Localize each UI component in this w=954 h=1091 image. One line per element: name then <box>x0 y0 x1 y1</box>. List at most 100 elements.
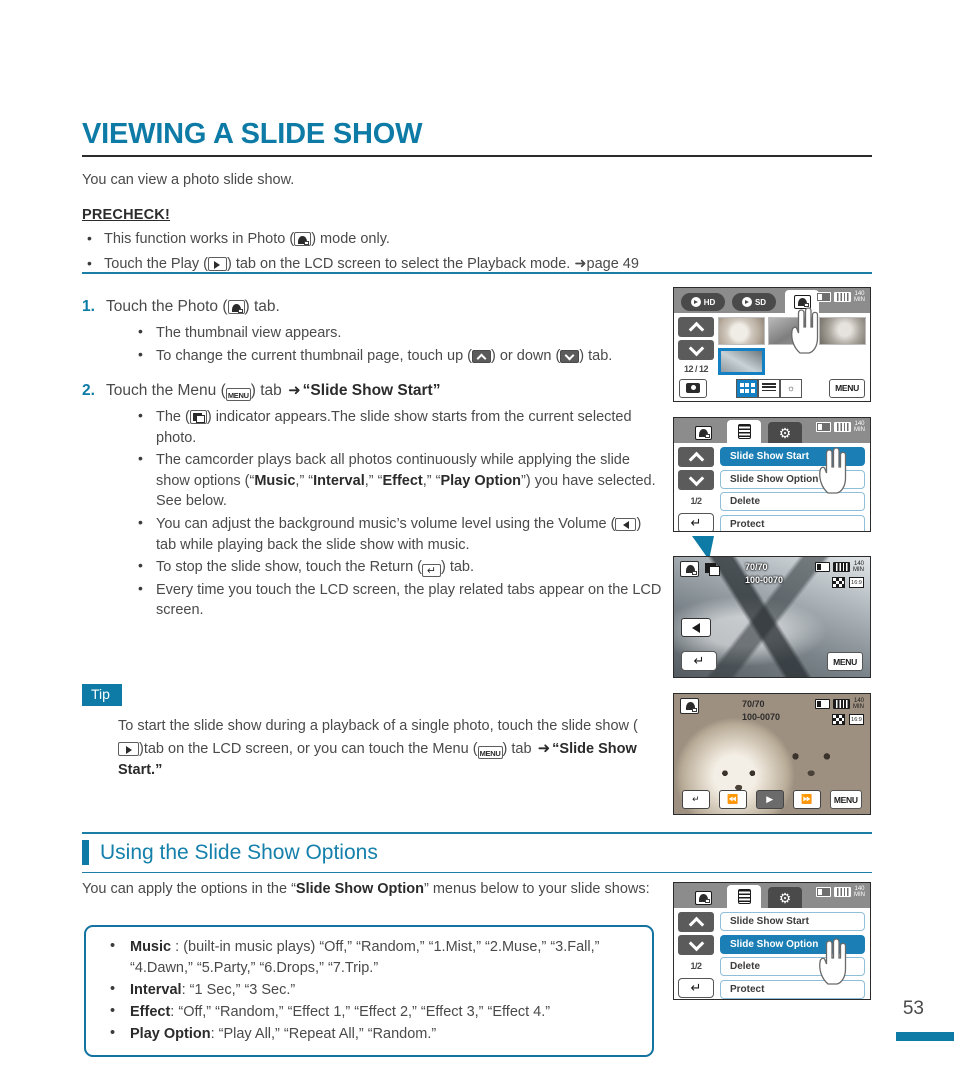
precheck-block: PRECHECK! This function works in Photo (… <box>82 207 682 276</box>
photo-counter: 70/70 <box>745 562 768 572</box>
photo-mode-icon <box>680 561 699 577</box>
menu-item-delete[interactable]: Delete <box>720 492 865 511</box>
thumbnail-item[interactable] <box>818 347 866 375</box>
precheck-text: This function works in Photo ( <box>104 231 295 247</box>
lcd-status-bar: ⚙ 140 MIN <box>674 418 870 443</box>
tab-photo[interactable] <box>686 887 720 908</box>
lcd-content: 1/2 ↵ Slide Show Start Slide Show Option… <box>674 908 870 999</box>
thumbnail-item[interactable] <box>818 317 866 345</box>
menu-page-up-button[interactable] <box>678 447 714 467</box>
return-button[interactable]: ↵ <box>681 651 717 671</box>
tip-badge: Tip <box>82 684 122 706</box>
status-indicators: 140 MIN <box>816 421 865 433</box>
bullet-text: ) indicator appears.The slide show start… <box>156 409 632 446</box>
gear-icon: ⚙ <box>778 424 792 441</box>
slide-show-option-menu-screen: ⚙ 140 MIN 1/2 ↵ Slide Show Start Slide S… <box>673 882 871 1000</box>
menu-item-protect[interactable]: Protect <box>720 514 865 531</box>
list-view-button[interactable] <box>758 378 780 398</box>
menu-item-slide-show-option[interactable]: Slide Show Option <box>720 934 865 954</box>
osd-status-row-1: 140 MIN <box>815 698 864 710</box>
option-label: Music <box>130 939 172 955</box>
option-item: Interval: “1 Sec,” “3 Sec.” <box>90 979 640 1001</box>
tab-settings[interactable]: ⚙ <box>768 887 802 908</box>
tab-menu-list[interactable] <box>727 885 761 908</box>
menu-nav: 1/2 ↵ <box>678 447 714 531</box>
return-button[interactable]: ↵ <box>678 513 714 531</box>
menu-list-icon <box>737 889 751 904</box>
camera-mode-button[interactable] <box>679 378 707 398</box>
tip-text: To start the slide show during a playbac… <box>118 717 638 734</box>
option-label: Interval <box>130 982 182 999</box>
osd-top-row: 70/70 100-0070 140 MIN 16:9 <box>680 698 864 725</box>
thumbnail-item[interactable] <box>768 347 816 375</box>
step-text-pre: Touch the Menu ( <box>106 381 226 399</box>
menu-item-delete[interactable]: Delete <box>720 957 865 976</box>
volume-button[interactable] <box>681 618 711 637</box>
gear-icon: ⚙ <box>778 889 792 906</box>
step-bold-tail: “Slide Show Start” <box>302 381 441 399</box>
step-bullet: The thumbnail view appears. <box>134 322 612 344</box>
precheck-item: This function works in Photo ( ) mode onl… <box>82 228 682 251</box>
menu-item-slide-show-option[interactable]: Slide Show Option <box>720 469 865 489</box>
menu-nav: 1/2 ↵ <box>678 912 714 998</box>
bullet-text: ,” “ <box>422 472 441 489</box>
tip-body: To start the slide show during a playbac… <box>118 716 657 782</box>
tab-sd[interactable]: SD <box>732 293 776 311</box>
return-button[interactable]: ↵ <box>682 790 710 809</box>
slideshow-play-button[interactable]: ▶ <box>755 790 784 809</box>
bullet-bold: Music <box>254 472 296 489</box>
thumbnail-item[interactable] <box>718 317 766 345</box>
menu-page-up-button[interactable] <box>678 912 714 932</box>
thumbnail-item[interactable] <box>768 317 816 345</box>
precheck-divider <box>82 272 872 274</box>
grid-view-button[interactable] <box>736 378 758 398</box>
menu-item-protect[interactable]: Protect <box>720 979 865 999</box>
sd-card-icon <box>816 422 831 432</box>
thumbnail-page-down-button[interactable] <box>678 340 714 360</box>
tab-photo[interactable] <box>686 422 720 443</box>
menu-button[interactable]: MENU <box>827 652 863 671</box>
osd-status-block: 140 MIN 16:9 <box>815 698 864 725</box>
step-bullet: The camcorder plays back all photos cont… <box>134 449 662 512</box>
step-body: Touch the Photo ( ) tab. The thumbnail vi… <box>106 296 612 367</box>
step-number: 2. <box>82 381 95 399</box>
tab-menu-list[interactable] <box>727 420 761 443</box>
step-bullet: Every time you touch the LCD screen, the… <box>134 579 662 621</box>
precheck-text: ) mode only. <box>311 231 390 247</box>
bullet-text: To stop the slide show, touch the Return… <box>156 559 422 576</box>
tab-hd[interactable]: HD <box>681 293 725 311</box>
volume-icon <box>615 517 637 531</box>
menu-page-counter: 1/2 <box>690 496 702 506</box>
remaining-time: 140 MIN <box>853 561 864 573</box>
remaining-unit: MIN <box>854 297 865 303</box>
tab-settings[interactable]: ⚙ <box>768 422 802 443</box>
photo-mode-icon <box>294 232 312 246</box>
prev-button[interactable]: ⏪ <box>718 790 747 809</box>
remaining-time: 140 MIN <box>853 698 864 710</box>
osd-status-row-1: 140 MIN <box>815 561 864 573</box>
menu-button[interactable]: MENU <box>829 378 865 398</box>
tab-hd-label: HD <box>703 297 716 307</box>
photo-file-number: 100-0070 <box>742 711 781 722</box>
menu-page-down-button[interactable] <box>678 470 714 490</box>
thumbnail-item-selected[interactable] <box>718 347 766 375</box>
thumbnail-page-up-button[interactable] <box>678 317 714 337</box>
menu-item-slide-show-start[interactable]: Slide Show Start <box>720 912 865 931</box>
option-value: “Off,” “Random,” “Effect 1,” “Effect 2,”… <box>178 1004 551 1021</box>
menu-page-down-button[interactable] <box>678 935 714 955</box>
option-value: “1 Sec,” “3 Sec.” <box>189 982 296 999</box>
thumbnail-nav: 12 / 12 <box>678 317 714 374</box>
step-text-pre: Touch the Photo ( <box>106 298 228 315</box>
next-button[interactable]: ⏩ <box>792 790 821 809</box>
smart-search-button[interactable]: ☼ <box>780 378 802 398</box>
tab-photo[interactable] <box>785 290 819 313</box>
checker-pattern-icon <box>832 714 845 725</box>
up-arrow-icon <box>471 350 491 364</box>
title-divider <box>82 155 872 157</box>
menu-item-slide-show-start[interactable]: Slide Show Start <box>720 447 865 466</box>
section-heading: Using the Slide Show Options <box>82 840 682 865</box>
battery-icon <box>834 422 851 432</box>
menu-button[interactable]: MENU <box>829 790 862 809</box>
return-button[interactable]: ↵ <box>678 978 714 998</box>
bullet-text: ) tab. <box>579 348 613 365</box>
